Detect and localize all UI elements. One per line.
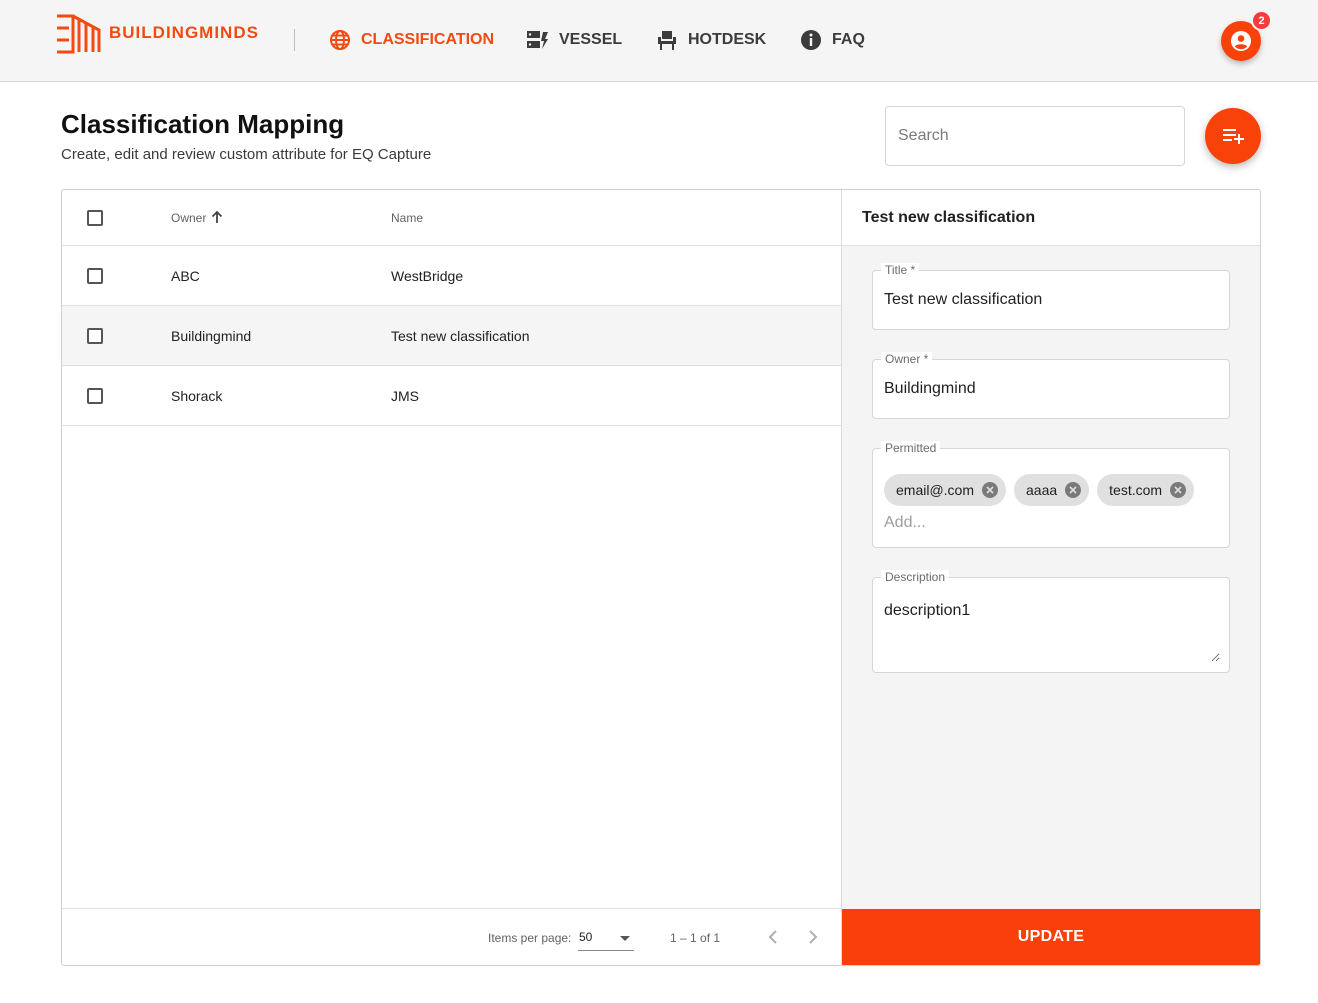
column-header-name[interactable]: Name xyxy=(391,211,423,225)
playlist-add-icon xyxy=(1223,129,1244,144)
chip-label: test.com xyxy=(1109,482,1163,498)
permitted-chip[interactable]: email@.com xyxy=(884,474,1007,506)
chip-label: email@.com xyxy=(896,482,975,498)
dropdown-arrow-icon xyxy=(620,936,630,941)
row-name: WestBridge xyxy=(391,268,464,284)
row-name: Test new classification xyxy=(391,328,530,344)
description-field: Description description1 xyxy=(872,570,1230,673)
classification-card: Owner Name ABC WestBridge Buildingmind T… xyxy=(61,189,1261,966)
permitted-chip[interactable]: test.com xyxy=(1097,474,1195,506)
buildingminds-logo-icon xyxy=(57,14,101,54)
items-per-page-value: 50 xyxy=(579,930,593,944)
nav-classification[interactable]: CLASSIFICATION xyxy=(329,28,494,52)
update-button[interactable]: UPDATE xyxy=(842,909,1260,965)
detail-panel: Test new classification Title * Owner * … xyxy=(842,190,1260,965)
title-input[interactable] xyxy=(884,271,1218,329)
row-checkbox[interactable] xyxy=(87,388,103,404)
table-row-selected[interactable]: Buildingmind Test new classification xyxy=(62,306,841,366)
account-circle-icon xyxy=(1231,31,1251,51)
items-per-page-label: Items per page: xyxy=(488,931,572,945)
page-title: Classification Mapping xyxy=(61,109,345,139)
classification-table: Owner Name ABC WestBridge Buildingmind T… xyxy=(62,190,842,965)
chip-remove-icon[interactable] xyxy=(1170,482,1187,498)
description-field-label: Description xyxy=(881,570,950,584)
permitted-chip[interactable]: aaaa xyxy=(1014,474,1090,506)
table-header: Owner Name xyxy=(62,190,841,246)
previous-page-button[interactable] xyxy=(761,925,785,949)
chevron-right-icon xyxy=(809,930,818,944)
desk-chair-icon xyxy=(658,31,676,50)
detail-title: Test new classification xyxy=(862,209,1036,226)
brand-logo[interactable]: BUILDINGMINDS xyxy=(55,12,259,54)
table-row[interactable]: Shorack JMS xyxy=(62,366,841,426)
next-page-button[interactable] xyxy=(801,925,825,949)
nav-vessel[interactable]: VESSEL xyxy=(527,28,622,52)
top-navbar: BUILDINGMINDS CLASSIFICATION VESSEL HOTD… xyxy=(0,0,1318,82)
permitted-field: Permitted email@.com aaaa test.com xyxy=(872,441,1230,548)
globe-icon xyxy=(330,30,350,50)
row-owner: Buildingmind xyxy=(171,328,252,344)
nav-faq[interactable]: FAQ xyxy=(800,28,865,52)
description-textarea[interactable]: description1 xyxy=(884,602,1220,662)
chip-remove-icon[interactable] xyxy=(1065,482,1082,498)
chip-label: aaaa xyxy=(1026,482,1058,498)
items-per-page-select[interactable]: 50 xyxy=(578,925,634,951)
chip-remove-icon[interactable] xyxy=(982,482,999,498)
notification-badge: 2 xyxy=(1251,10,1272,31)
nav-faq-label: FAQ xyxy=(832,31,865,48)
row-checkbox[interactable] xyxy=(87,268,103,284)
title-field: Title * xyxy=(872,263,1230,330)
info-icon xyxy=(801,30,821,50)
permitted-add-input[interactable] xyxy=(884,513,1214,533)
search-input[interactable] xyxy=(885,106,1185,166)
row-name: JMS xyxy=(391,388,419,404)
table-row[interactable]: ABC WestBridge xyxy=(62,246,841,306)
nav-divider xyxy=(294,29,295,51)
owner-field: Owner * xyxy=(872,352,1230,419)
vessel-icon xyxy=(527,31,548,49)
owner-input[interactable] xyxy=(884,360,1218,418)
page-range-label: 1 – 1 of 1 xyxy=(670,931,721,945)
nav-hotdesk[interactable]: HOTDESK xyxy=(656,28,766,52)
row-checkbox[interactable] xyxy=(87,328,103,344)
chevron-left-icon xyxy=(768,930,777,944)
row-owner: ABC xyxy=(171,268,200,284)
row-owner: Shorack xyxy=(171,388,223,404)
column-header-owner[interactable]: Owner xyxy=(171,211,206,225)
sort-ascending-icon[interactable] xyxy=(210,210,224,224)
permitted-chip-list: email@.com aaaa test.com xyxy=(884,474,1202,506)
permitted-field-label: Permitted xyxy=(881,441,941,455)
paginator: Items per page: 50 1 – 1 of 1 xyxy=(62,908,841,965)
page-subtitle: Create, edit and review custom attribute… xyxy=(61,146,432,163)
detail-header: Test new classification xyxy=(842,190,1260,246)
brand-name: BUILDINGMINDS xyxy=(109,23,259,42)
nav-vessel-label: VESSEL xyxy=(559,31,623,48)
nav-hotdesk-label: HOTDESK xyxy=(688,31,767,48)
add-classification-button[interactable] xyxy=(1205,108,1261,164)
nav-classification-label: CLASSIFICATION xyxy=(361,31,495,48)
select-all-checkbox[interactable] xyxy=(87,210,103,226)
